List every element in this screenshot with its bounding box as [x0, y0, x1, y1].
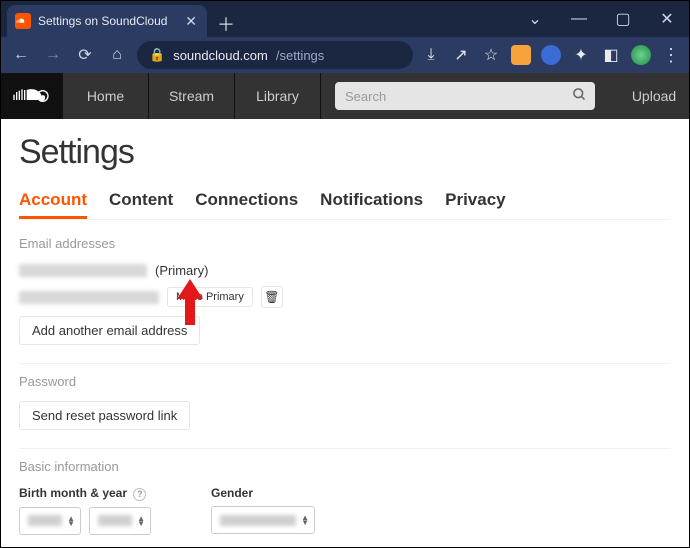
window-controls: ⌄ — ▢ ✕: [513, 1, 689, 37]
page-viewport: Home Stream Library Upload Settings Acco…: [1, 73, 689, 547]
search-input-wrapper: [335, 82, 595, 110]
settings-tabs: Account Content Connections Notification…: [19, 190, 671, 220]
profile-avatar-icon[interactable]: [631, 45, 651, 65]
add-email-button[interactable]: Add another email address: [19, 316, 200, 345]
lock-icon: 🔒: [149, 47, 165, 63]
birth-field-group: Birth month & year ? ▲▼ ▲▼: [19, 486, 151, 535]
browser-titlebar: Settings on SoundCloud ✕ ＋ ⌄ — ▢ ✕: [1, 1, 689, 37]
reload-icon[interactable]: ⟳: [73, 43, 97, 67]
soundcloud-logo-icon[interactable]: [1, 73, 63, 119]
basic-info-row: Birth month & year ? ▲▼ ▲▼ Gender: [19, 486, 671, 535]
tab-privacy[interactable]: Privacy: [445, 190, 506, 219]
search-icon[interactable]: [572, 87, 587, 105]
redacted-gender-value: [220, 515, 296, 526]
extension-2-icon[interactable]: [541, 45, 561, 65]
window-close-icon[interactable]: ✕: [645, 1, 689, 37]
address-bar[interactable]: 🔒 soundcloud.com/settings: [137, 41, 413, 69]
extension-icons: ⤓ ↗ ☆ ✦ ◧ ⋮: [421, 45, 681, 66]
tab-account[interactable]: Account: [19, 190, 87, 219]
extension-1-icon[interactable]: [511, 45, 531, 65]
settings-content: Settings Account Content Connections Not…: [1, 119, 689, 547]
install-icon[interactable]: ⤓: [421, 45, 441, 65]
search-input[interactable]: [335, 82, 595, 110]
window-minimize-icon[interactable]: —: [557, 1, 601, 37]
nav-stream[interactable]: Stream: [149, 73, 235, 119]
url-host: soundcloud.com: [173, 48, 268, 63]
tab-connections[interactable]: Connections: [195, 190, 298, 219]
delete-email-button[interactable]: 🗑: [261, 286, 283, 308]
annotation-arrow-icon: [175, 279, 205, 325]
kebab-menu-icon[interactable]: ⋮: [661, 45, 681, 66]
basic-info-section-label: Basic information: [19, 459, 671, 474]
birth-label: Birth month & year ?: [19, 486, 151, 501]
browser-tab[interactable]: Settings on SoundCloud ✕: [7, 5, 207, 37]
back-icon[interactable]: ←: [9, 43, 33, 67]
send-reset-password-button[interactable]: Send reset password link: [19, 401, 190, 430]
soundcloud-favicon-icon: [15, 13, 31, 29]
sidepanel-icon[interactable]: ◧: [601, 45, 621, 65]
extensions-puzzle-icon[interactable]: ✦: [571, 45, 591, 65]
help-icon[interactable]: ?: [133, 488, 146, 501]
gender-field-group: Gender ▲▼: [211, 486, 315, 534]
secondary-email-row: Make Primary 🗑: [19, 286, 671, 308]
soundcloud-top-nav: Home Stream Library Upload: [1, 73, 689, 119]
share-icon[interactable]: ↗: [451, 45, 471, 65]
nav-home[interactable]: Home: [63, 73, 149, 119]
primary-suffix: (Primary): [155, 263, 208, 278]
redacted-email-secondary: [19, 291, 159, 304]
stepper-icon: ▲▼: [137, 516, 145, 526]
bookmark-star-icon[interactable]: ☆: [481, 45, 501, 65]
redacted-month-value: [28, 515, 62, 526]
gender-label: Gender: [211, 486, 315, 500]
browser-tab-title: Settings on SoundCloud: [38, 14, 167, 28]
home-icon[interactable]: ⌂: [105, 43, 129, 67]
redacted-year-value: [98, 515, 132, 526]
password-section-label: Password: [19, 374, 671, 389]
birth-year-select[interactable]: ▲▼: [89, 507, 151, 535]
window-maximize-icon[interactable]: ▢: [601, 1, 645, 37]
browser-toolbar: ← → ⟳ ⌂ 🔒 soundcloud.com/settings ⤓ ↗ ☆ …: [1, 37, 689, 73]
birth-month-select[interactable]: ▲▼: [19, 507, 81, 535]
tab-content[interactable]: Content: [109, 190, 173, 219]
email-section-label: Email addresses: [19, 236, 671, 251]
gender-select[interactable]: ▲▼: [211, 506, 315, 534]
chevron-down-icon[interactable]: ⌄: [513, 1, 557, 37]
trash-icon: 🗑: [264, 290, 279, 304]
forward-icon[interactable]: →: [41, 43, 65, 67]
nav-upload[interactable]: Upload: [619, 73, 689, 119]
page-title: Settings: [19, 133, 671, 172]
nav-library[interactable]: Library: [235, 73, 321, 119]
stepper-icon: ▲▼: [301, 515, 309, 525]
tab-notifications[interactable]: Notifications: [320, 190, 423, 219]
stepper-icon: ▲▼: [67, 516, 75, 526]
new-tab-button[interactable]: ＋: [213, 11, 239, 37]
tab-close-icon[interactable]: ✕: [185, 14, 197, 28]
primary-email-row: (Primary): [19, 263, 671, 278]
url-path: /settings: [276, 48, 324, 63]
nav-search-area: [321, 73, 619, 119]
redacted-email-primary: [19, 264, 147, 277]
